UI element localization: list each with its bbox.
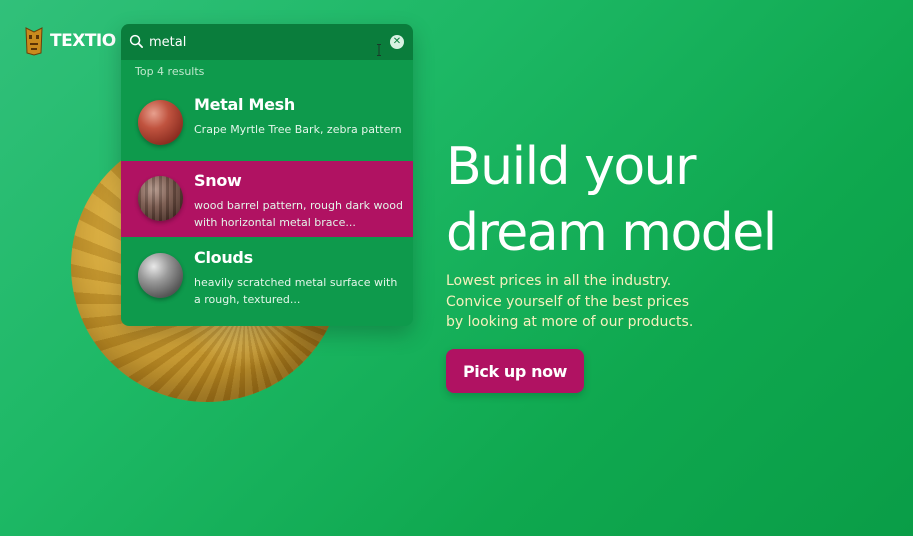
result-title: Clouds bbox=[194, 248, 253, 267]
text-cursor-icon bbox=[377, 44, 381, 56]
material-thumbnail bbox=[138, 176, 183, 221]
hero-subtitle-line: Lowest prices in all the industry. bbox=[446, 273, 672, 289]
search-result-item[interactable]: Metal Mesh Crape Myrtle Tree Bark, zebra… bbox=[121, 85, 413, 161]
search-dropdown: ✕ Top 4 results Metal Mesh Crape Myrtle … bbox=[121, 24, 413, 326]
search-result-item[interactable]: Clouds heavily scratched metal surface w… bbox=[121, 238, 413, 314]
search-bar: ✕ bbox=[121, 24, 413, 60]
hero-title-line-2: dream model bbox=[446, 203, 777, 263]
clear-search-button[interactable]: ✕ bbox=[390, 35, 404, 49]
search-input[interactable] bbox=[149, 31, 379, 53]
landing-page: TEXTIO ✕ Top 4 results Metal Mesh bbox=[0, 0, 913, 536]
brand-name: TEXTIO bbox=[50, 31, 116, 51]
material-thumbnail bbox=[138, 100, 183, 145]
result-description: heavily scratched metal surface with a r… bbox=[194, 276, 398, 306]
result-description: wood barrel pattern, rough dark wood wit… bbox=[194, 199, 403, 229]
result-description: Crape Myrtle Tree Bark, zebra pattern bbox=[194, 123, 402, 136]
tiki-mask-icon bbox=[25, 27, 43, 56]
hero-subtitle: Lowest prices in all the industry. Convi… bbox=[446, 271, 776, 333]
hero-subtitle-line: by looking at more of our products. bbox=[446, 314, 694, 330]
hero-subtitle-line: Convice yourself of the best prices bbox=[446, 293, 690, 310]
close-icon: ✕ bbox=[392, 36, 402, 47]
results-header: Top 4 results bbox=[135, 65, 205, 78]
hero-title-line-1: Build your bbox=[446, 137, 697, 197]
pick-up-now-button[interactable]: Pick up now bbox=[446, 349, 584, 393]
brand-logo[interactable]: TEXTIO bbox=[24, 26, 116, 56]
search-result-item-selected[interactable]: Snow wood barrel pattern, rough dark woo… bbox=[121, 161, 413, 237]
hero-title: Build your dream model bbox=[446, 134, 906, 266]
material-thumbnail bbox=[138, 253, 183, 298]
result-title: Snow bbox=[194, 171, 242, 190]
search-icon bbox=[129, 34, 143, 48]
result-title: Metal Mesh bbox=[194, 95, 295, 114]
